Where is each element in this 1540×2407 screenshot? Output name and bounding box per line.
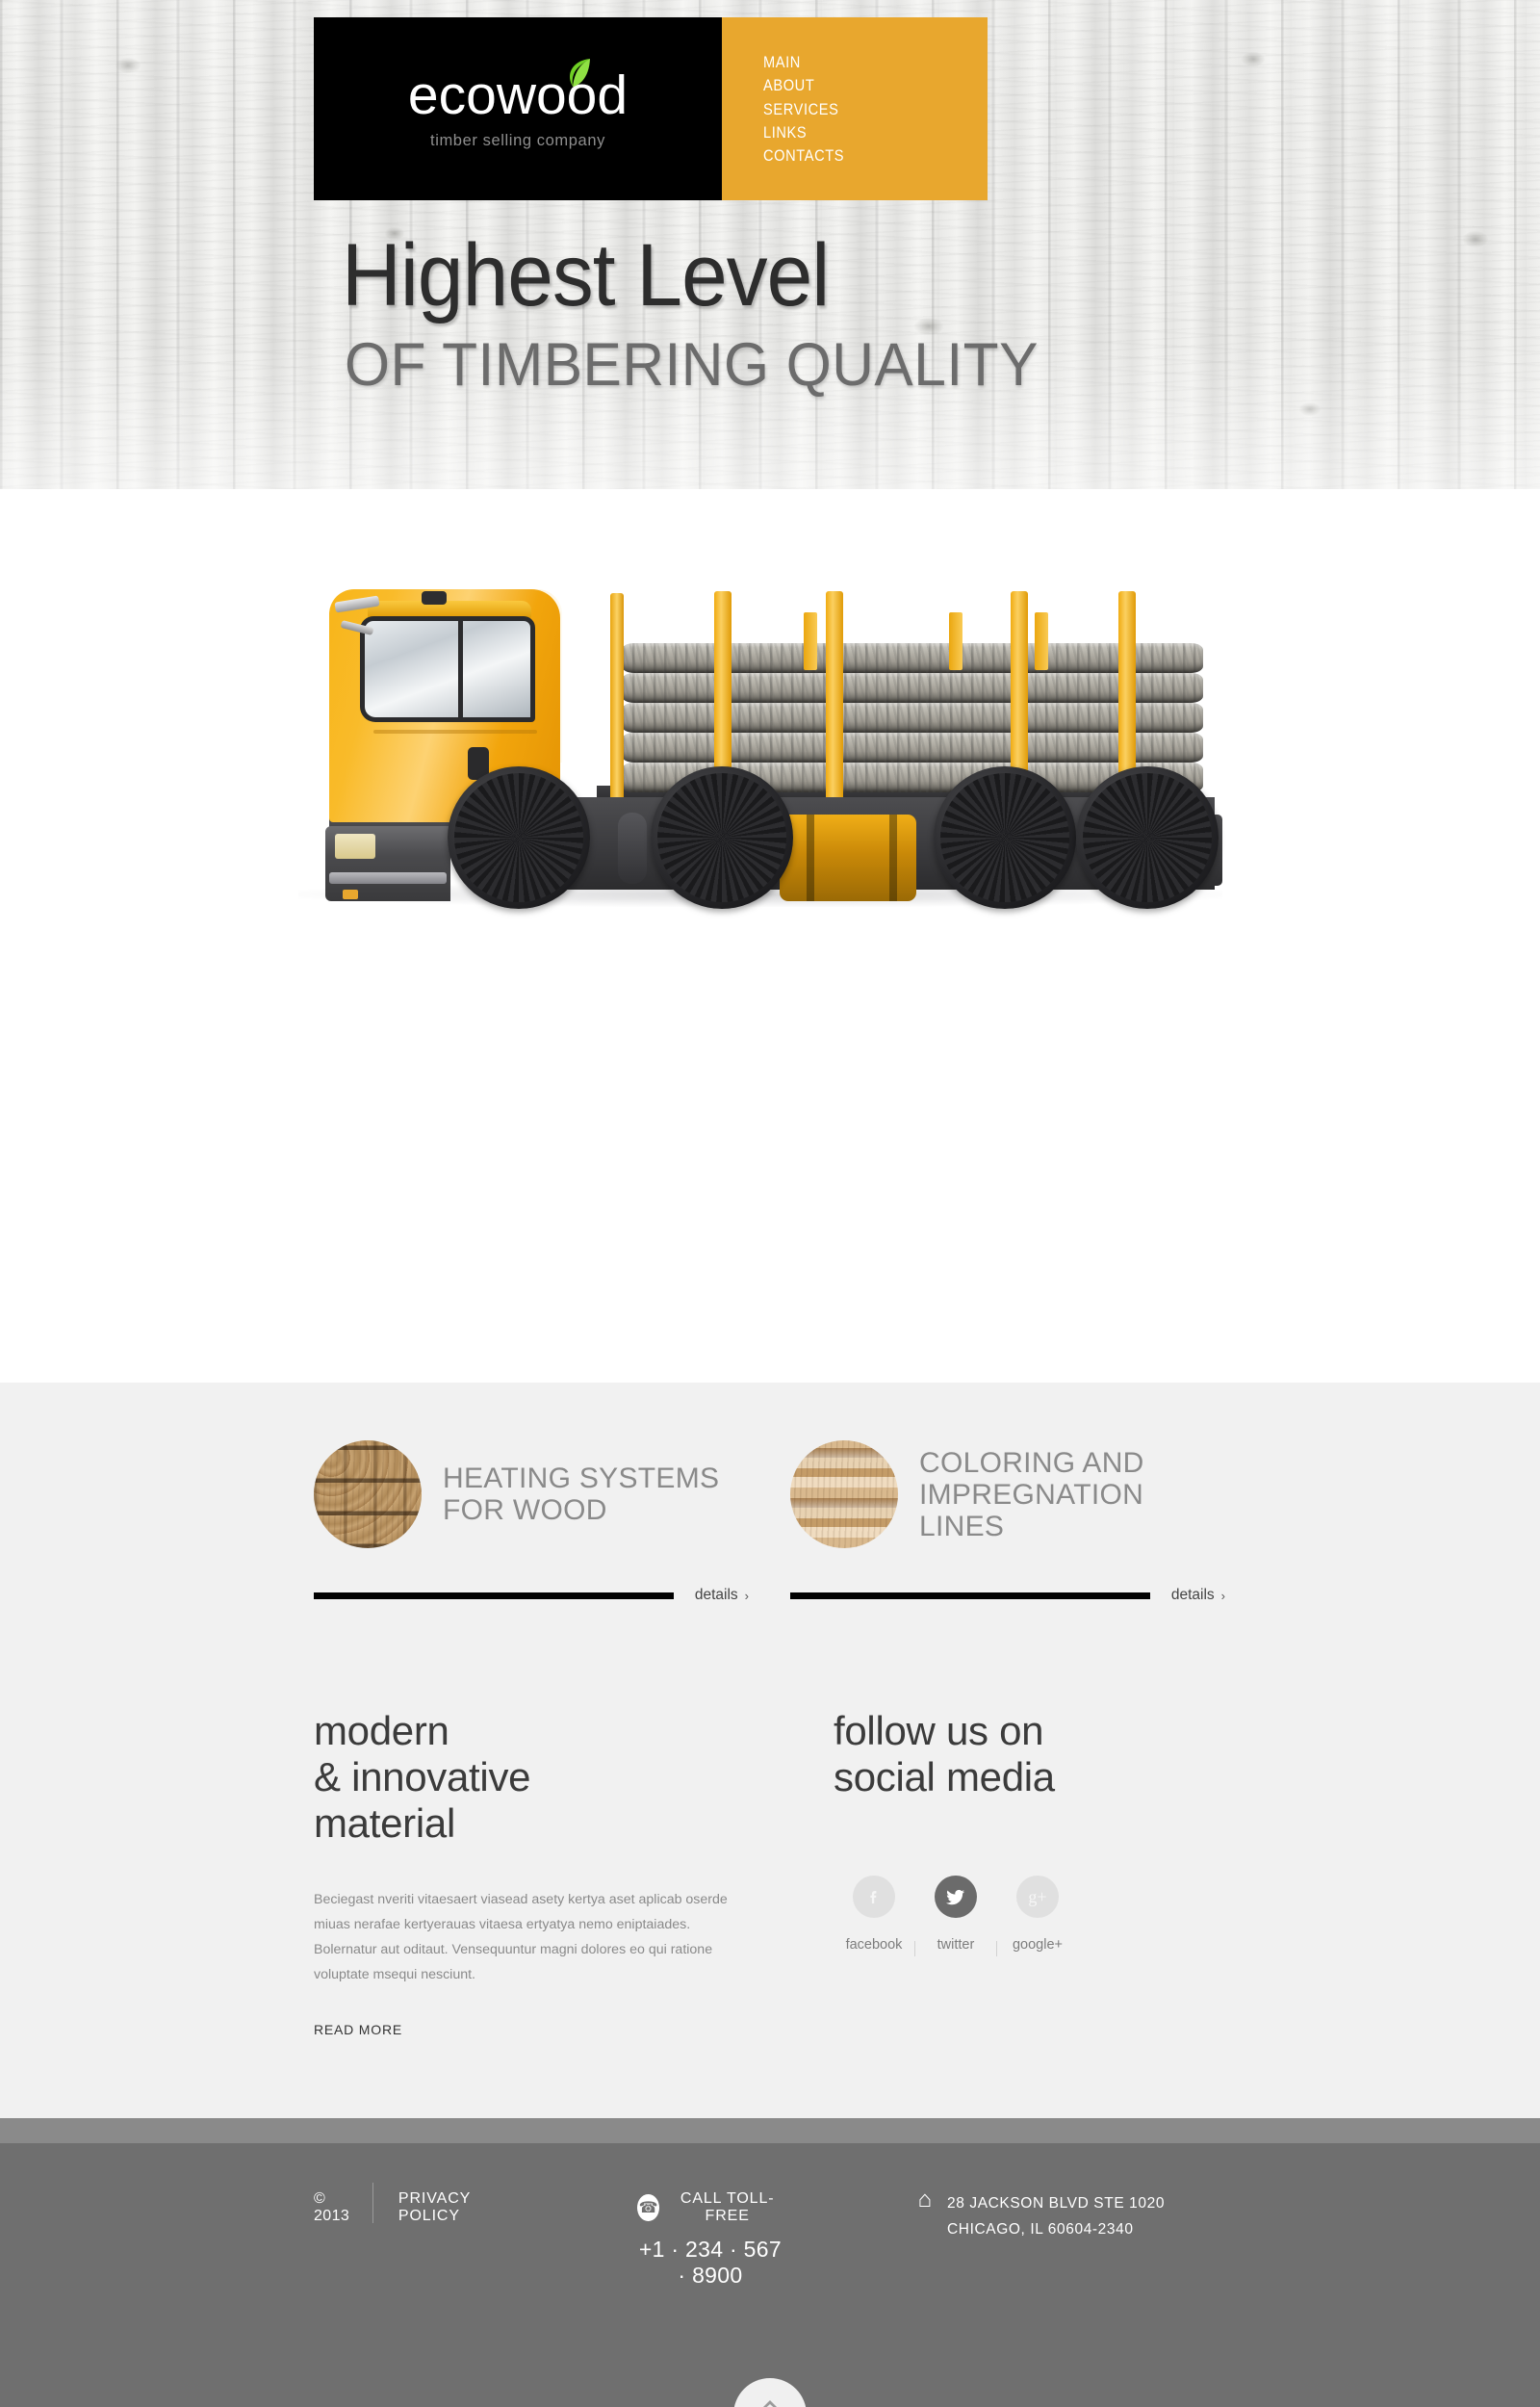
truck-bolster-stub bbox=[1035, 612, 1048, 670]
logo-text-eco: eco bbox=[407, 64, 497, 126]
read-more-link[interactable]: READ MORE bbox=[314, 2022, 834, 2037]
nav-item-services[interactable]: SERVICES bbox=[763, 98, 956, 121]
call-toll-free-label: CALL TOLL-FREE bbox=[680, 2190, 775, 2224]
social-link-twitter[interactable]: twitter bbox=[915, 1876, 996, 1953]
page-root: Highest Level OF TIMBERING QUALITY ecowo… bbox=[0, 0, 1540, 2407]
phone-block: ☎ CALL TOLL-FREE +1 · 234 · 567 · 8900 bbox=[637, 2190, 783, 2289]
home-icon: ⌂ bbox=[917, 2187, 933, 2213]
logo[interactable]: ecowood timber selling company bbox=[314, 17, 722, 200]
nav-item-links[interactable]: LINKS bbox=[763, 121, 956, 144]
slider-section: dimension lumber logs & cutouts Drying o… bbox=[0, 489, 1540, 1780]
truck-bumper-strip bbox=[329, 872, 447, 884]
social-block: follow us on social media facebook twitt… bbox=[834, 1708, 1226, 2037]
promo-rule bbox=[790, 1592, 1150, 1599]
social-label: google+ bbox=[1012, 1937, 1063, 1953]
promo-image-boards bbox=[790, 1440, 898, 1548]
social-link-googleplus[interactable]: g+ google+ bbox=[997, 1876, 1078, 1953]
main-navigation: MAIN ABOUT SERVICES LINKS CONTACTS bbox=[722, 17, 988, 200]
truck-fuel-band bbox=[889, 815, 897, 901]
chevron-right-icon: › bbox=[1220, 1588, 1225, 1603]
promo-details-link[interactable]: details › bbox=[695, 1587, 749, 1604]
truck-marker-light bbox=[343, 890, 358, 899]
nav-item-about[interactable]: ABOUT bbox=[763, 74, 956, 97]
truck-wheel bbox=[448, 766, 590, 909]
social-heading: follow us on social media bbox=[834, 1708, 1055, 1799]
truck-door-seam bbox=[373, 730, 537, 734]
modern-material-block: modern & innovative material Beciegast n… bbox=[314, 1708, 834, 2037]
social-link-facebook[interactable]: facebook bbox=[834, 1876, 914, 1953]
truck-window-divider bbox=[458, 616, 463, 722]
promo-details-label: details bbox=[1170, 1587, 1215, 1603]
modern-heading: modern & innovative material bbox=[314, 1708, 531, 1846]
truck-bolster-stub bbox=[804, 612, 817, 670]
modern-body: Beciegast nveriti vitaesaert viasead ase… bbox=[314, 1892, 728, 1982]
hero-title: Highest Level bbox=[342, 226, 830, 324]
logo-text-wood: wood bbox=[496, 64, 629, 126]
phone-icon: ☎ bbox=[637, 2194, 659, 2221]
lower-content-row: modern & innovative material Beciegast n… bbox=[314, 1708, 1226, 2037]
promo-cards: HEATING SYSTEMS FOR WOOD details › COLOR… bbox=[314, 1440, 1226, 1604]
phone-number[interactable]: +1 · 234 · 567 · 8900 bbox=[637, 2237, 783, 2289]
promo-title: HEATING SYSTEMS FOR WOOD bbox=[443, 1462, 720, 1526]
promo-image-logs bbox=[314, 1440, 422, 1548]
google-plus-icon: g+ bbox=[1016, 1876, 1059, 1918]
social-label: twitter bbox=[937, 1937, 975, 1953]
hero-subtitle: OF TIMBERING QUALITY bbox=[345, 331, 1039, 399]
social-label: facebook bbox=[845, 1937, 903, 1953]
nav-item-contacts[interactable]: CONTACTS bbox=[763, 144, 956, 168]
logo-wordmark: ecowood bbox=[407, 58, 629, 126]
privacy-policy-link[interactable]: PRIVACY POLICY bbox=[398, 2190, 493, 2225]
facebook-icon bbox=[853, 1876, 895, 1918]
truck-fuel-band bbox=[807, 815, 814, 901]
promo-title: COLORING AND IMPREGNATION LINES bbox=[919, 1446, 1144, 1542]
truck-air-tank bbox=[618, 813, 647, 884]
address-text: 28 JACKSON BLVD STE 1020 CHICAGO, IL 606… bbox=[947, 2195, 1166, 2238]
copyright: © 2013 bbox=[314, 2190, 350, 2224]
promo-details-label: details bbox=[694, 1587, 738, 1603]
truck-bolster-stub bbox=[949, 612, 962, 670]
twitter-icon bbox=[935, 1876, 977, 1918]
site-header: ecowood timber selling company MAIN ABOU… bbox=[314, 17, 988, 200]
divider bbox=[372, 2183, 373, 2223]
logo-tagline: timber selling company bbox=[430, 131, 605, 149]
logging-truck-image bbox=[279, 508, 1261, 913]
promo-details-link[interactable]: details › bbox=[1171, 1587, 1225, 1604]
truck-wheel bbox=[1076, 766, 1219, 909]
leaf-icon bbox=[570, 58, 591, 87]
truck-roof-light bbox=[422, 591, 447, 605]
social-links: facebook twitter g+ google+ bbox=[834, 1876, 1226, 1956]
chevron-up-icon bbox=[763, 2400, 777, 2407]
secondary-section: HEATING SYSTEMS FOR WOOD details › COLOR… bbox=[0, 1383, 1540, 2118]
address-block: ⌂ 28 JACKSON BLVD STE 1020 CHICAGO, IL 6… bbox=[917, 2187, 1227, 2242]
site-footer: © 2013 PRIVACY POLICY ☎ CALL TOLL-FREE +… bbox=[0, 2118, 1540, 2407]
promo-card-coloring-impregnation: COLORING AND IMPREGNATION LINES details … bbox=[790, 1440, 1225, 1604]
footer-top-strip bbox=[0, 2118, 1540, 2143]
nav-item-main[interactable]: MAIN bbox=[763, 51, 956, 74]
truck-cab-window bbox=[360, 616, 535, 722]
promo-rule bbox=[314, 1592, 674, 1599]
truck-headlight bbox=[335, 834, 375, 859]
chevron-right-icon: › bbox=[744, 1588, 749, 1603]
promo-card-heating-systems: HEATING SYSTEMS FOR WOOD details › bbox=[314, 1440, 749, 1604]
truck-wheel bbox=[934, 766, 1076, 909]
truck-wheel bbox=[651, 766, 793, 909]
